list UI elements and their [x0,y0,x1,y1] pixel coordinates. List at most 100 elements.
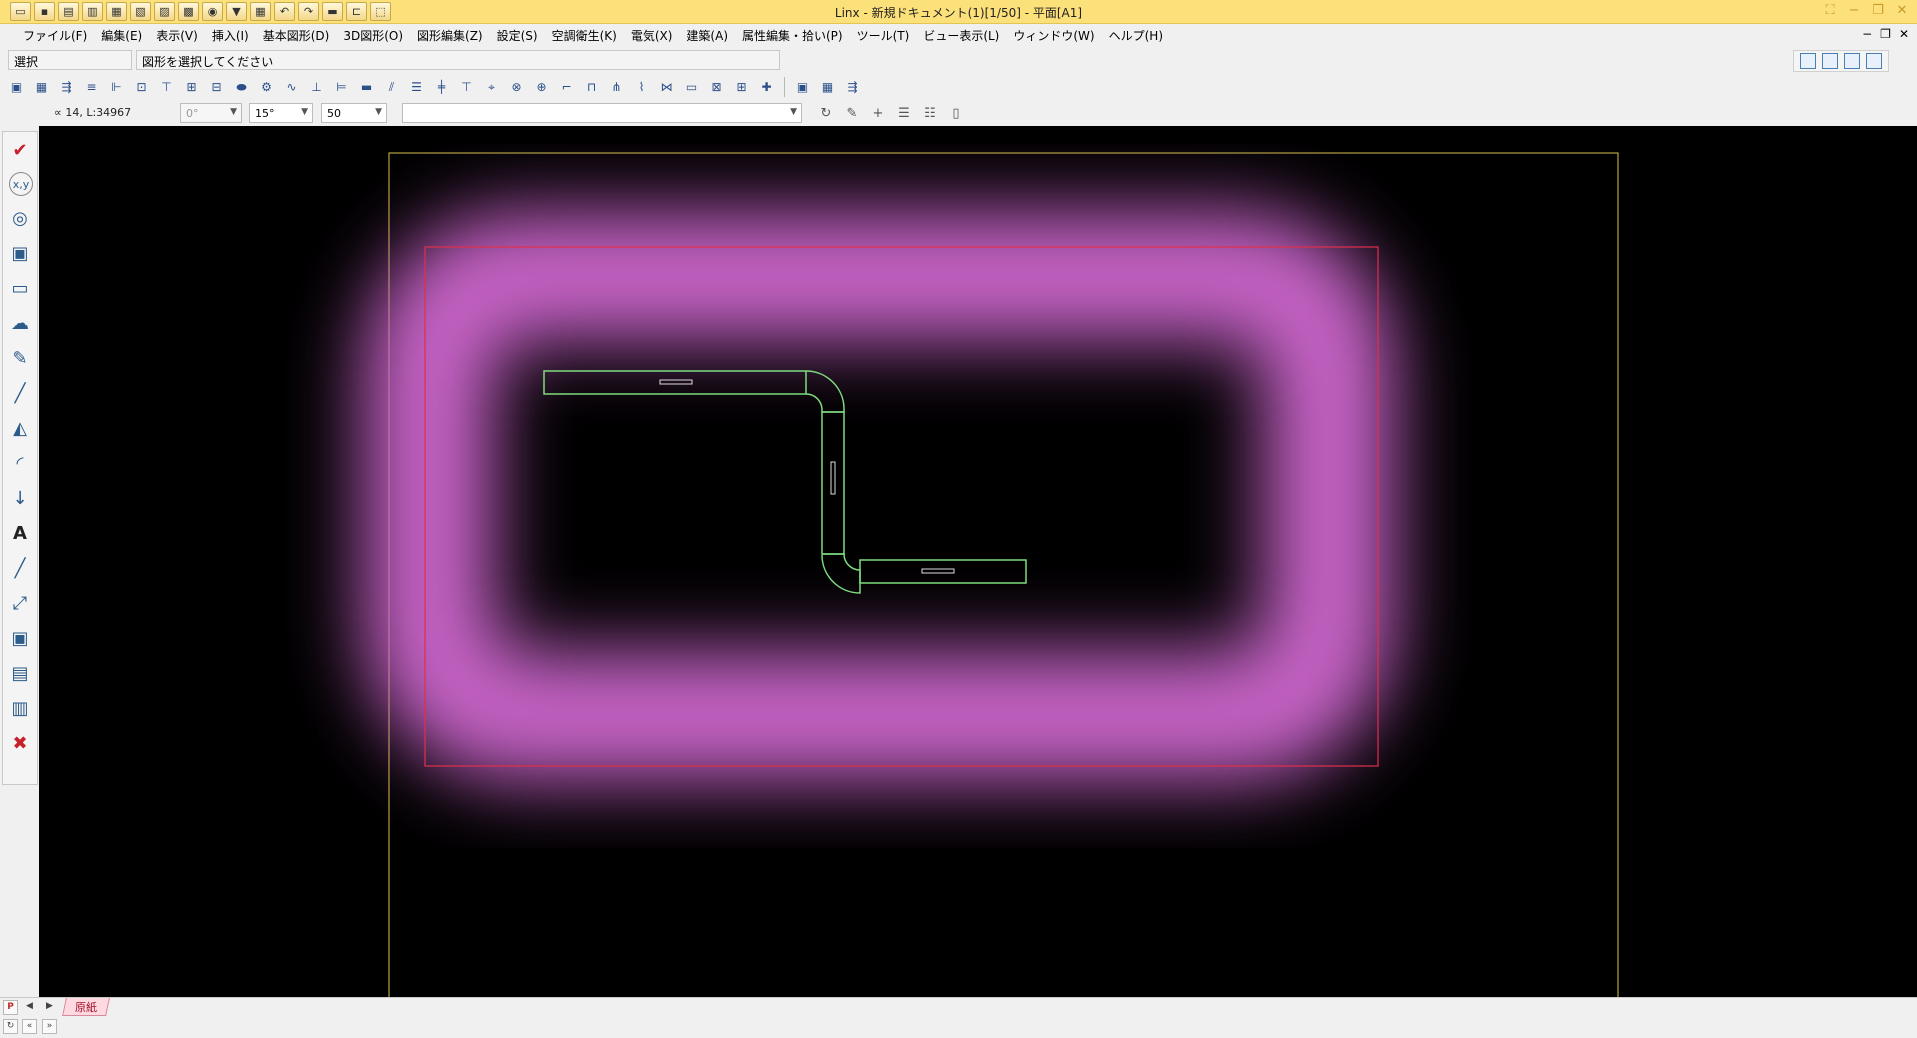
menu-item-14[interactable]: ウィンドウ(W) [1006,25,1101,47]
window-icon[interactable]: ▤ [4,656,36,690]
create-icon[interactable]: ▣ [4,236,36,270]
doc-minimize-icon[interactable]: − [1862,27,1872,41]
minimize-icon[interactable]: − [1847,2,1861,20]
doc-close-icon[interactable]: ✕ [1899,27,1909,41]
prev-sheet-icon[interactable]: ◀ [22,1000,37,1015]
new-shape-icon[interactable]: ▣ [4,621,36,655]
support-icon[interactable]: ⊥ [306,77,327,98]
sleeve-icon[interactable]: ⊞ [731,77,752,98]
view-icon[interactable]: ▦ [817,77,838,98]
bend-icon[interactable]: ⌐ [556,77,577,98]
document-icon[interactable]: ▯ [946,103,966,123]
duct-segment-top[interactable] [543,370,807,395]
bundle-icon[interactable]: ✚ [756,77,777,98]
menu-item-5[interactable]: 3D図形(O) [336,25,410,47]
line-icon[interactable]: ╱ [4,376,36,410]
snap-angle-select[interactable]: 15° ▼ [249,103,313,123]
refresh-icon[interactable]: ↻ [3,1019,18,1034]
cross-icon[interactable]: ☰ [406,77,427,98]
coordinate-icon[interactable]: x,y [9,172,33,196]
stack-icon[interactable]: ⫽ [381,77,402,98]
menu-item-6[interactable]: 図形編集(Z) [410,25,490,47]
elbow-icon[interactable]: ⬬ [231,77,252,98]
pencil-icon[interactable]: ✎ [842,103,862,123]
grade-icon[interactable]: ⋔ [606,77,627,98]
duct-run[interactable] [543,370,1027,594]
slope-icon[interactable]: ▬ [356,77,377,98]
menu-item-9[interactable]: 電気(X) [624,25,680,47]
crosshair-icon[interactable]: + [868,103,888,123]
scale-select[interactable]: 50 ▼ [321,103,387,123]
shape-icon[interactable]: ◎ [4,201,36,235]
menu-item-1[interactable]: 編集(E) [94,25,149,47]
paper-space-icon[interactable]: P [3,1000,18,1015]
duct-elbow-bottom[interactable] [821,553,861,594]
cascade-window-icon[interactable] [1822,53,1838,69]
curve-icon[interactable]: ⌇ [631,77,652,98]
hanger-icon[interactable]: ⊞ [181,77,202,98]
menu-item-3[interactable]: 挿入(I) [205,25,256,47]
layers-edit-icon[interactable]: ☷ [920,103,940,123]
menu-item-7[interactable]: 設定(S) [490,25,545,47]
calc-icon[interactable]: ▦ [31,77,52,98]
restore-icon[interactable]: ❐ [1871,2,1885,20]
reducer-icon[interactable]: ⊟ [206,77,227,98]
menu-item-13[interactable]: ビュー表示(L) [916,25,1006,47]
next-sheet-icon[interactable]: ▶ [42,1000,57,1015]
last-sheet-icon[interactable]: » [42,1019,57,1034]
arrange-icon[interactable] [1844,53,1860,69]
valve-icon[interactable]: ⊩ [106,77,127,98]
tile-window-icon[interactable] [1800,53,1816,69]
dimension-icon[interactable]: ↓ [4,481,36,515]
tree-icon[interactable]: ⊓ [581,77,602,98]
menu-item-11[interactable]: 属性編集・拾い(P) [735,25,850,47]
duct-icon[interactable]: ▣ [6,77,27,98]
riser-icon[interactable]: ⇶ [56,77,77,98]
link-icon[interactable]: ⌖ [481,77,502,98]
copy-shape-icon[interactable]: ▥ [4,691,36,725]
text-icon[interactable]: A [4,516,36,550]
layer-window-icon[interactable] [1866,53,1882,69]
branch-icon[interactable]: ⊤ [156,77,177,98]
fullscreen-icon[interactable]: ⛶ [1823,2,1837,20]
angle-select[interactable]: 0° ▼ [180,103,242,123]
port-icon[interactable]: ⊤ [456,77,477,98]
check-icon[interactable]: ✔ [4,133,36,167]
rack-icon[interactable]: ▭ [681,77,702,98]
menu-item-2[interactable]: 表示(V) [149,25,205,47]
sheet-tab[interactable]: 原紙 [62,998,110,1016]
duct-elbow-top[interactable] [805,370,845,413]
menu-item-8[interactable]: 空調衛生(K) [545,25,624,47]
menu-item-12[interactable]: ツール(T) [850,25,917,47]
duct-segment-vertical[interactable] [821,411,845,555]
first-sheet-icon[interactable]: « [22,1019,37,1034]
close-icon[interactable]: ✕ [1895,2,1909,20]
rotate-icon[interactable]: ↻ [816,103,836,123]
delete-select-icon[interactable]: ✖ [4,726,36,760]
arc-icon[interactable]: ◜ [4,446,36,480]
label-icon[interactable]: ⊠ [706,77,727,98]
resize-icon[interactable]: ⤢ [4,586,36,620]
draw-line-icon[interactable]: ╱ [4,551,36,585]
doc-restore-icon[interactable]: ❐ [1880,27,1891,41]
drawing-canvas[interactable] [39,126,1917,997]
menu-item-0[interactable]: ファイル(F) [16,25,94,47]
schedule-icon[interactable]: ⇶ [842,77,863,98]
connect-icon[interactable]: ⚙ [256,77,277,98]
scale-icon[interactable]: ▭ [4,271,36,305]
tee-icon[interactable]: ⊡ [131,77,152,98]
mirror-icon[interactable]: ◭ [4,411,36,445]
layer-select[interactable]: ▼ [402,103,802,123]
layers-icon[interactable]: ☰ [894,103,914,123]
menu-item-4[interactable]: 基本図形(D) [256,25,337,47]
menu-item-10[interactable]: 建築(A) [679,25,735,47]
pen-icon[interactable]: ✎ [4,341,36,375]
insulation-icon[interactable]: ∿ [281,77,302,98]
flange-icon[interactable]: ≡ [81,77,102,98]
pipe-icon[interactable]: ⊨ [331,77,352,98]
joint-icon[interactable]: ⊕ [531,77,552,98]
duct-segment-bottom[interactable] [859,559,1027,584]
layout-icon[interactable]: ▣ [792,77,813,98]
cloud-icon[interactable]: ☁ [4,306,36,340]
fitting-icon[interactable]: ╪ [431,77,452,98]
